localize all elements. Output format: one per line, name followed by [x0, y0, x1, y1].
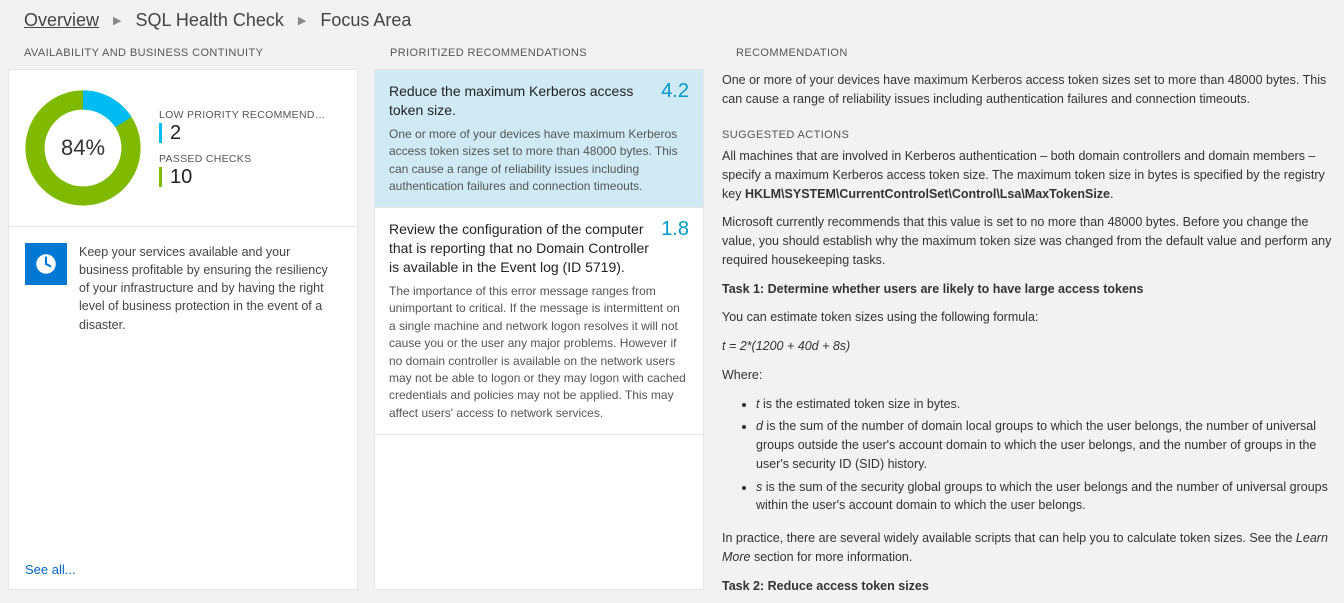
recommendations-list: Reduce the maximum Kerberos access token…: [374, 69, 704, 590]
breadcrumb-overview[interactable]: Overview: [24, 10, 99, 31]
recommendation-title: Review the configuration of the computer…: [389, 220, 689, 277]
breadcrumb: Overview ▶ SQL Health Check ▶ Focus Area: [0, 0, 1344, 41]
recommendation-score: 4.2: [661, 80, 689, 103]
availability-summary[interactable]: 84% LOW PRIORITY RECOMMENDATIO... 2 PASS…: [9, 70, 357, 227]
detail-p2: Microsoft currently recommends that this…: [722, 213, 1334, 269]
task2-title: Task 2: Reduce access token sizes: [722, 577, 1334, 591]
stat-low-priority: LOW PRIORITY RECOMMENDATIO... 2: [159, 109, 329, 143]
task1-p2: In practice, there are several widely av…: [722, 529, 1334, 567]
formula: t = 2*(1200 + 40d + 8s): [722, 337, 1334, 356]
availability-description: Keep your services available and your bu…: [79, 243, 341, 334]
detail-column: RECOMMENDATION One or more of your devic…: [720, 41, 1336, 590]
task1-p1: You can estimate token sizes using the f…: [722, 308, 1334, 327]
recommendation-body: The importance of this error message ran…: [389, 283, 689, 422]
chevron-right-icon: ▶: [113, 14, 121, 27]
recommendation-score: 1.8: [661, 218, 689, 241]
recommendation-body: One or more of your devices have maximum…: [389, 126, 689, 196]
stat-low-label: LOW PRIORITY RECOMMENDATIO...: [159, 109, 329, 121]
recommendation-title: Reduce the maximum Kerberos access token…: [389, 82, 689, 120]
recommendations-title: PRIORITIZED RECOMMENDATIONS: [374, 41, 704, 69]
availability-column: AVAILABILITY AND BUSINESS CONTINUITY 84%…: [8, 41, 358, 590]
clock-icon: [25, 243, 67, 285]
registry-key: HKLM\SYSTEM\CurrentControlSet\Control\Ls…: [745, 187, 1110, 201]
detail-panel: One or more of your devices have maximum…: [720, 69, 1336, 590]
where-label: Where:: [722, 366, 1334, 385]
suggested-actions-heading: SUGGESTED ACTIONS: [722, 127, 1334, 144]
task1-title: Task 1: Determine whether users are like…: [722, 280, 1334, 299]
breadcrumb-sql-health[interactable]: SQL Health Check: [135, 10, 283, 31]
recommendation-item[interactable]: Review the configuration of the computer…: [375, 208, 703, 435]
list-item: d is the sum of the number of domain loc…: [756, 417, 1334, 473]
see-all-link[interactable]: See all...: [9, 550, 357, 589]
stat-low-value: 2: [159, 123, 329, 143]
recommendation-item[interactable]: Reduce the maximum Kerberos access token…: [375, 70, 703, 208]
availability-donut-chart: 84%: [23, 88, 143, 208]
list-item: t is the estimated token size in bytes.: [756, 395, 1334, 414]
stat-passed-checks: PASSED CHECKS 10: [159, 153, 329, 187]
availability-title: AVAILABILITY AND BUSINESS CONTINUITY: [8, 41, 358, 69]
detail-intro: One or more of your devices have maximum…: [722, 71, 1334, 109]
stat-passed-value: 10: [159, 167, 329, 187]
list-item: s is the sum of the security global grou…: [756, 478, 1334, 516]
recommendations-column: PRIORITIZED RECOMMENDATIONS Reduce the m…: [374, 41, 704, 590]
detail-title: RECOMMENDATION: [720, 41, 1336, 69]
donut-percent-label: 84%: [23, 88, 143, 208]
chevron-right-icon: ▶: [298, 14, 306, 27]
breadcrumb-focus-area[interactable]: Focus Area: [320, 10, 411, 31]
stat-passed-label: PASSED CHECKS: [159, 153, 329, 165]
where-bullets: t is the estimated token size in bytes. d…: [742, 395, 1334, 520]
detail-p1: All machines that are involved in Kerber…: [722, 147, 1334, 203]
